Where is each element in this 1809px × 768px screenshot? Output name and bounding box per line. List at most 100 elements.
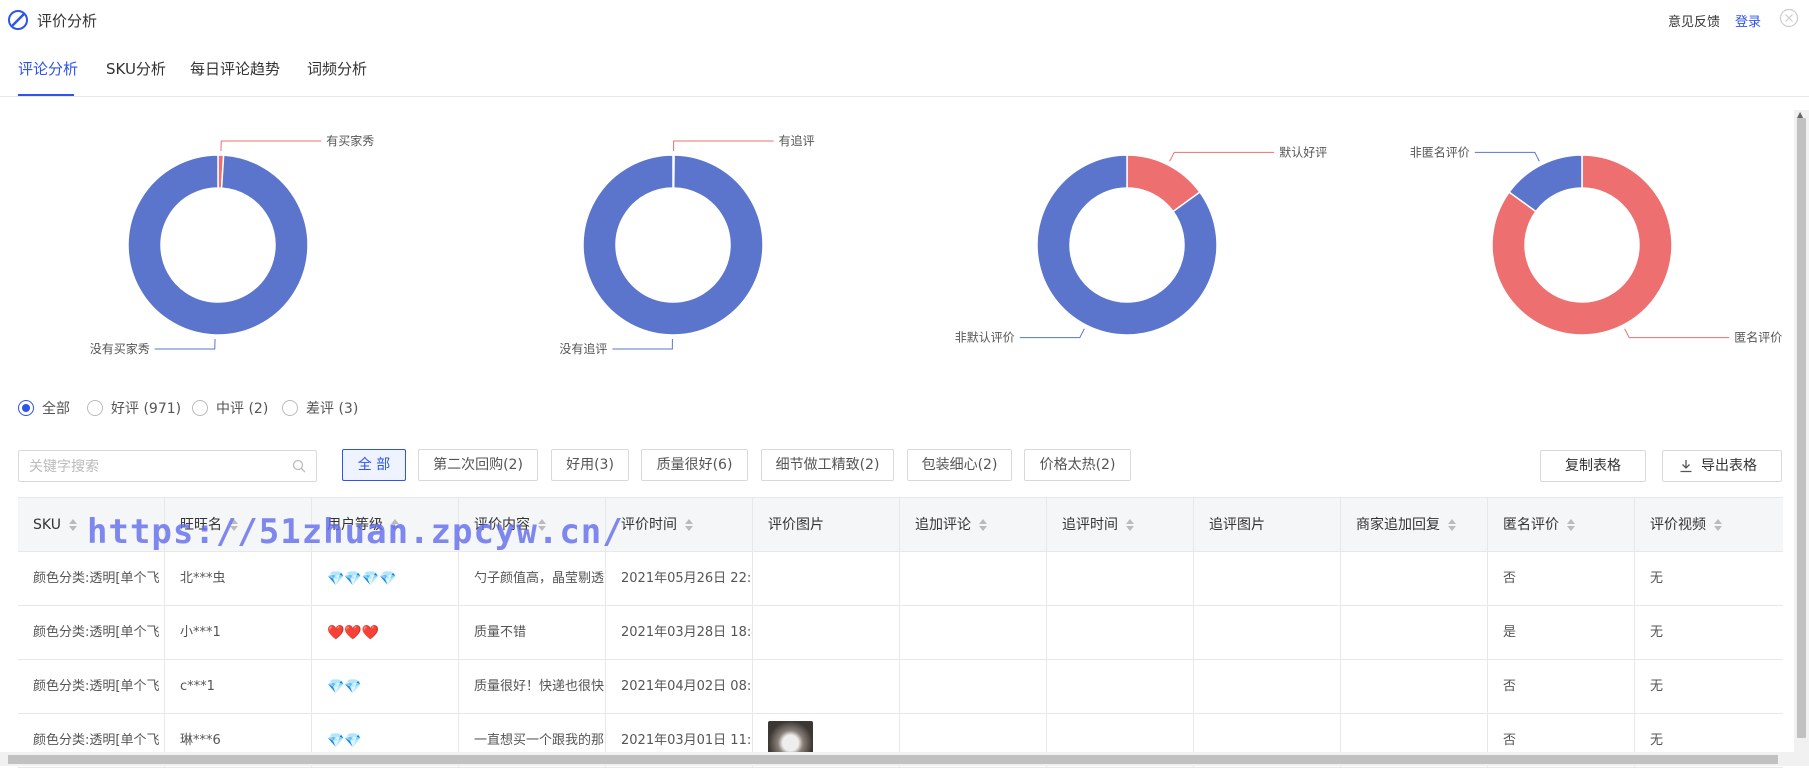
- tag-careful-packaging[interactable]: 包装细心(2): [907, 449, 1012, 481]
- table-cell: 勺子颜值高，晶莹剔透: [459, 552, 606, 606]
- tag-fine-workmanship[interactable]: 细节做工精致(2): [761, 449, 894, 481]
- label-line: [1169, 151, 1275, 162]
- tag-good-quality[interactable]: 质量很好(6): [641, 449, 748, 481]
- table-row[interactable]: 颜色分类:透明[单个飞 c***1 💎💎 质量很好！快递也很快 2021年04月02日 …: [18, 660, 1783, 714]
- table-cell: 💎💎: [312, 660, 459, 714]
- feedback-link[interactable]: 意见反馈: [1668, 11, 1720, 30]
- label-line: [1474, 151, 1540, 162]
- slice-label: 非默认评价: [955, 330, 1015, 345]
- table-cell: [1341, 552, 1488, 606]
- table-cell: 2021年03月28日 18:4: [606, 606, 753, 660]
- table-row[interactable]: 颜色分类:透明[单个飞 北***虫 💎💎💎💎 勺子颜值高，晶莹剔透 2021年05月26…: [18, 552, 1783, 606]
- label-line: [1624, 328, 1730, 339]
- close-icon[interactable]: [1779, 8, 1799, 28]
- table-cell: 无: [1650, 571, 1664, 586]
- table-cell: [900, 606, 1047, 660]
- radio-button[interactable]: [87, 400, 103, 416]
- label-line: [154, 338, 216, 350]
- radio-bad[interactable]: 差评 (3): [282, 398, 358, 418]
- radio-label: 好评 (971): [111, 401, 182, 417]
- copy-table-button[interactable]: 复制表格: [1540, 450, 1646, 482]
- table-cell: ❤️❤️❤️: [312, 606, 459, 660]
- label-line: [612, 338, 673, 350]
- slice-label: 没有买家秀: [90, 341, 150, 356]
- radio-button[interactable]: [18, 400, 34, 416]
- radio-label: 全部: [42, 401, 70, 417]
- col-video[interactable]: 评价视频: [1635, 498, 1783, 552]
- col-image: 评价图片: [753, 498, 900, 552]
- table-cell: 质量很好！快递也很快: [459, 660, 606, 714]
- slice-label: 没有追评: [559, 341, 607, 356]
- tag-repurchase[interactable]: 第二次回购(2): [418, 449, 538, 481]
- tag-useful[interactable]: 好用(3): [551, 449, 629, 481]
- col-merchant-reply[interactable]: 商家追加回复: [1341, 498, 1488, 552]
- sort-icon[interactable]: [685, 519, 693, 531]
- table-cell: 是: [1488, 606, 1635, 660]
- table-cell: 2021年04月02日 08:1: [606, 660, 753, 714]
- sort-icon[interactable]: [979, 519, 987, 531]
- table-cell: [900, 552, 1047, 606]
- table-cell: [1194, 660, 1341, 714]
- table-cell: 无: [1650, 679, 1664, 694]
- app-logo-icon: [8, 10, 28, 30]
- login-link[interactable]: 登录: [1735, 11, 1761, 30]
- table-cell: 质量不错: [459, 606, 606, 660]
- tab-review-analysis[interactable]: 评论分析: [18, 58, 78, 79]
- sort-icon[interactable]: [1714, 519, 1722, 531]
- slice-label: 有追评: [779, 133, 815, 148]
- col-anonymous[interactable]: 匿名评价: [1488, 498, 1635, 552]
- col-time[interactable]: 评价时间: [606, 498, 753, 552]
- slice-label: 匿名评价: [1734, 330, 1782, 345]
- slice-label: 有买家秀: [326, 133, 374, 148]
- pie-slice[interactable]: [582, 154, 764, 336]
- tag-all[interactable]: 全 部: [342, 449, 406, 481]
- keyword-search[interactable]: [18, 450, 317, 482]
- table-cell: [1047, 606, 1194, 660]
- tab-word-frequency[interactable]: 词频分析: [307, 58, 367, 79]
- table-cell: [1194, 606, 1341, 660]
- radio-good[interactable]: 好评 (971): [87, 398, 181, 418]
- active-tab-indicator: [18, 94, 74, 96]
- reviews-table: SKU 旺旺名 用户等级 评价内容 评价时间 评价图片 追加评论 追评时间 追评…: [18, 497, 1783, 768]
- radio-button[interactable]: [192, 400, 208, 416]
- table-cell: [753, 606, 900, 660]
- title-bar: 评价分析 意见反馈 登录: [0, 0, 1809, 40]
- horizontal-scrollbar[interactable]: [0, 752, 1809, 766]
- donut-charts: 有买家秀没有买家秀 有追评没有追评 默认好评非默认评价 匿名评价 非匿名评价: [90, 133, 1783, 356]
- table-cell: 否: [1488, 660, 1635, 714]
- tab-sku-analysis[interactable]: SKU分析: [106, 58, 166, 79]
- table-cell: 颜色分类:透明[单个飞: [18, 660, 165, 714]
- table-row[interactable]: 颜色分类:透明[单个飞 小***1 ❤️❤️❤️ 质量不错 2021年03月28日 18…: [18, 606, 1783, 660]
- col-followup-time[interactable]: 追评时间: [1047, 498, 1194, 552]
- table-cell: 北***虫: [165, 552, 312, 606]
- export-table-button[interactable]: 导出表格: [1662, 450, 1782, 482]
- export-table-label: 导出表格: [1701, 458, 1757, 474]
- col-followup[interactable]: 追加评论: [900, 498, 1047, 552]
- table-cell: [753, 552, 900, 606]
- tag-price-hot[interactable]: 价格太热(2): [1024, 449, 1131, 481]
- label-line: [220, 140, 322, 152]
- table-cell: [1047, 660, 1194, 714]
- tab-daily-trend[interactable]: 每日评论趋势: [190, 58, 280, 79]
- sort-icon[interactable]: [1126, 519, 1134, 531]
- sort-icon[interactable]: [1567, 519, 1575, 531]
- label-line: [673, 140, 774, 152]
- sort-icon[interactable]: [68, 519, 77, 531]
- search-input[interactable]: [19, 451, 279, 481]
- table-cell: c***1: [165, 660, 312, 714]
- pie-slice[interactable]: [127, 154, 309, 336]
- table-cell: 否: [1488, 552, 1635, 606]
- horizontal-scroll-thumb[interactable]: [8, 755, 1778, 764]
- radio-label: 中评 (2): [216, 401, 269, 417]
- table-cell: [1341, 660, 1488, 714]
- radio-all[interactable]: 全部: [18, 398, 70, 418]
- sort-icon[interactable]: [1448, 519, 1456, 531]
- table-cell: [1194, 552, 1341, 606]
- vertical-scrollbar[interactable]: ▲: [1794, 110, 1809, 754]
- search-icon[interactable]: [292, 459, 306, 473]
- vertical-scroll-thumb[interactable]: [1797, 118, 1806, 738]
- radio-button[interactable]: [282, 400, 298, 416]
- table-cell: 💎💎💎💎: [312, 552, 459, 606]
- slice-label: 非匿名评价: [1410, 144, 1470, 159]
- radio-medium[interactable]: 中评 (2): [192, 398, 268, 418]
